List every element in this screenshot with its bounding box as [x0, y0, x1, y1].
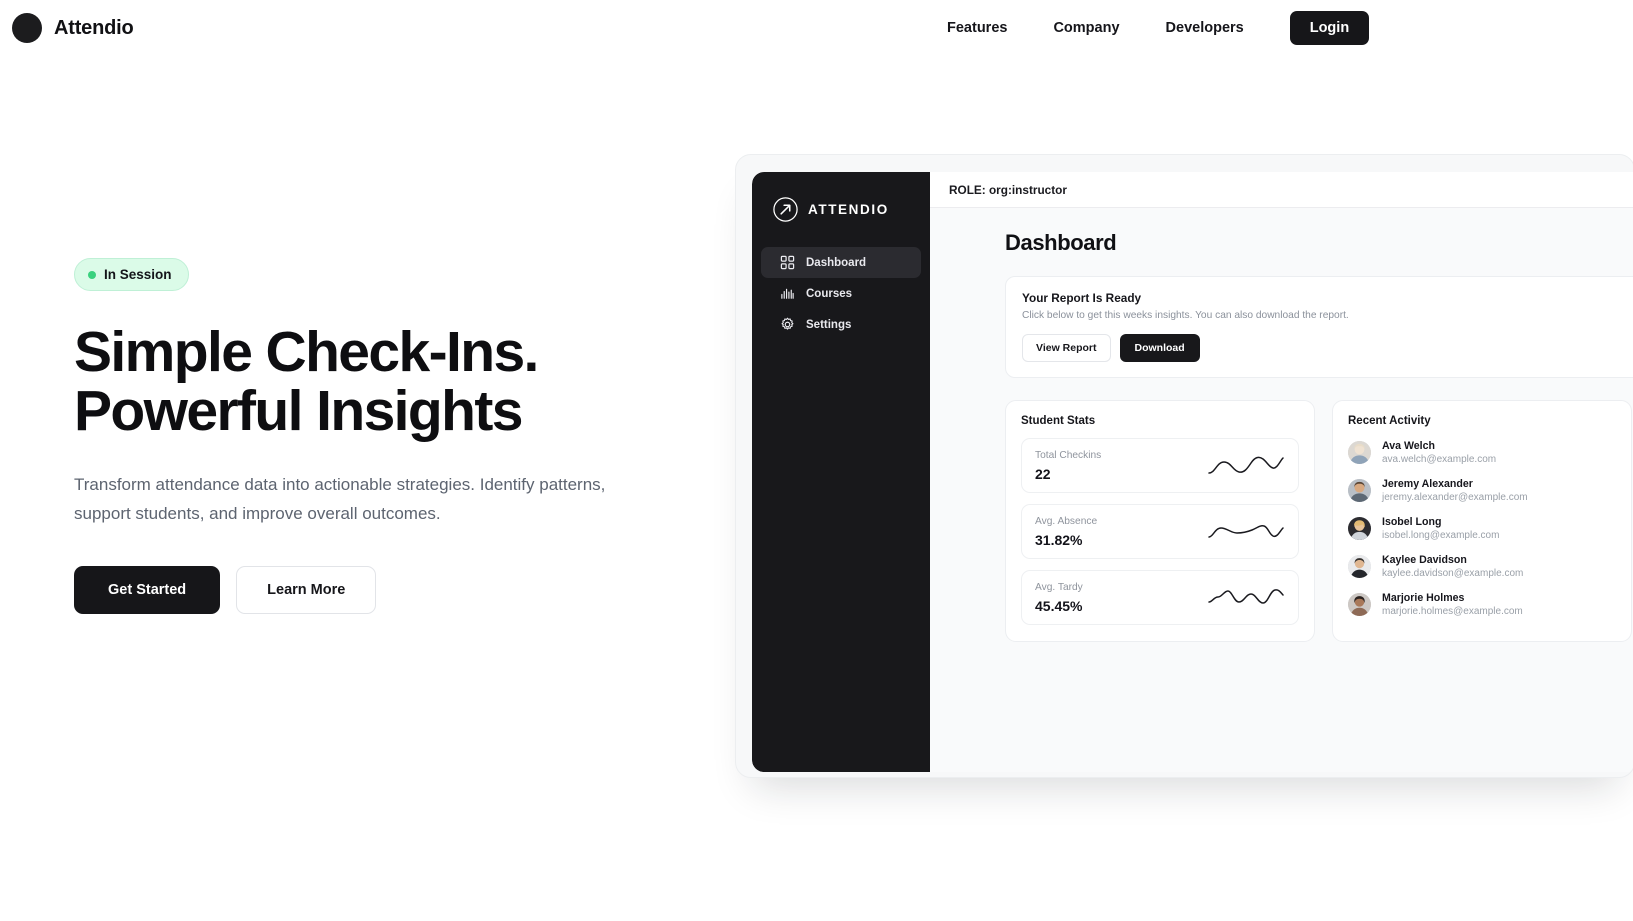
dashboard-sidebar: ATTENDIO Dashboard Courses Settings: [752, 172, 930, 772]
sidebar-item-label-settings: Settings: [806, 318, 852, 331]
list-item[interactable]: Jeremy Alexander jeremy.alexander@exampl…: [1348, 478, 1616, 503]
status-badge: In Session: [74, 258, 189, 291]
stat-label: Avg. Tardy: [1035, 581, 1083, 593]
sidebar-item-settings[interactable]: Settings: [761, 309, 921, 340]
report-card-actions: View Report Download: [1022, 334, 1633, 362]
nav-link-features[interactable]: Features: [947, 20, 1007, 36]
stat-value: 31.82%: [1035, 531, 1083, 548]
nav-link-company[interactable]: Company: [1053, 20, 1119, 36]
activity-email: kaylee.davidson@example.com: [1382, 568, 1524, 579]
nav-link-developers[interactable]: Developers: [1166, 20, 1244, 36]
activity-name: Marjorie Holmes: [1382, 592, 1465, 604]
stat-value: 22: [1035, 465, 1051, 482]
recent-activity-card: Recent Activity Ava Welch ava.welch@exam…: [1332, 400, 1632, 642]
avatar: [1348, 479, 1371, 502]
activity-email: ava.welch@example.com: [1382, 454, 1497, 465]
download-button[interactable]: Download: [1119, 334, 1200, 362]
sparkline-icon: [1208, 588, 1284, 604]
role-label: ROLE: org:instructor: [949, 182, 1067, 197]
grid-icon: [780, 255, 795, 270]
activity-email: marjorie.holmes@example.com: [1382, 606, 1523, 617]
recent-activity-title: Recent Activity: [1348, 415, 1431, 427]
activity-email: jeremy.alexander@example.com: [1382, 492, 1528, 503]
dashboard-content: Dashboard Your Report Is Ready Click bel…: [930, 208, 1633, 642]
dashboard-logo-text: ATTENDIO: [808, 202, 889, 217]
stat-value: 45.45%: [1035, 597, 1083, 614]
activity-name: Jeremy Alexander: [1382, 478, 1473, 490]
stat-label: Avg. Absence: [1035, 515, 1098, 527]
report-card-subtitle: Click below to get this weeks insights. …: [1022, 310, 1349, 321]
hero-cta-row: Get Started Learn More: [74, 566, 694, 614]
hero-subheading: Transform attendance data into actionabl…: [74, 474, 606, 523]
avatar: [1348, 555, 1371, 578]
bar-chart-icon: [781, 288, 794, 299]
learn-more-button[interactable]: Learn More: [236, 566, 377, 614]
sidebar-item-dashboard[interactable]: Dashboard: [761, 247, 921, 278]
status-dot-icon: [88, 270, 96, 279]
stat-row-total-checkins: Total Checkins 22: [1021, 438, 1299, 493]
dashboard-preview-frame: ATTENDIO Dashboard Courses Settings ROLE…: [735, 154, 1633, 778]
list-item[interactable]: Marjorie Holmes marjorie.holmes@example.…: [1348, 592, 1616, 617]
dashboard-cards-row: Student Stats Total Checkins 22 Avg. Abs…: [1005, 400, 1633, 642]
student-stats-card: Student Stats Total Checkins 22 Avg. Abs…: [1005, 400, 1315, 642]
nav-links: Features Company Developers Login: [947, 0, 1370, 56]
dashboard-page-title: Dashboard: [1005, 230, 1117, 255]
dashboard-main: ROLE: org:instructor Dashboard Your Repo…: [930, 172, 1633, 772]
view-report-button[interactable]: View Report: [1022, 334, 1111, 362]
activity-name: Ava Welch: [1382, 440, 1435, 452]
sidebar-item-courses[interactable]: Courses: [761, 278, 921, 309]
avatar: [1348, 517, 1371, 540]
avatar: [1348, 593, 1371, 616]
headline-line-1: Simple Check-Ins.: [74, 320, 539, 384]
list-item[interactable]: Isobel Long isobel.long@example.com: [1348, 516, 1616, 541]
arrow-circle-icon: [773, 197, 798, 222]
activity-name: Isobel Long: [1382, 516, 1442, 528]
hero-section: In Session Simple Check-Ins. Powerful In…: [74, 258, 694, 614]
avatar: [1348, 441, 1371, 464]
stat-row-avg-absence: Avg. Absence 31.82%: [1021, 504, 1299, 559]
report-card: Your Report Is Ready Click below to get …: [1005, 276, 1633, 378]
student-stats-title: Student Stats: [1021, 415, 1096, 427]
login-button[interactable]: Login: [1289, 11, 1370, 45]
report-card-title: Your Report Is Ready: [1022, 291, 1142, 305]
sidebar-item-label-dashboard: Dashboard: [806, 256, 867, 269]
page-title: Simple Check-Ins. Powerful Insights: [74, 320, 694, 444]
activity-email: isobel.long@example.com: [1382, 530, 1500, 541]
dashboard-preview: ATTENDIO Dashboard Courses Settings ROLE…: [752, 172, 1633, 772]
dashboard-topbar: ROLE: org:instructor: [930, 172, 1633, 208]
stat-row-avg-tardy: Avg. Tardy 45.45%: [1021, 570, 1299, 625]
sidebar-item-label-courses: Courses: [806, 287, 853, 300]
list-item[interactable]: Kaylee Davidson kaylee.davidson@example.…: [1348, 554, 1616, 579]
headline-line-2: Powerful Insights: [74, 379, 523, 444]
brand-name: Attendio: [54, 16, 134, 39]
list-item[interactable]: Ava Welch ava.welch@example.com: [1348, 440, 1616, 465]
stat-label: Total Checkins: [1035, 449, 1102, 461]
get-started-button[interactable]: Get Started: [74, 566, 221, 614]
gear-icon: [781, 317, 794, 330]
top-navigation-bar: Attendio Features Company Developers Log…: [0, 0, 1633, 56]
brand-logo[interactable]: Attendio: [12, 13, 134, 43]
sparkline-icon: [1208, 456, 1284, 474]
brand-circle-icon: [12, 13, 42, 43]
dashboard-nav: Dashboard Courses Settings: [752, 247, 930, 340]
sparkline-icon: [1208, 524, 1284, 538]
status-badge-label: In Session: [104, 267, 172, 282]
dashboard-logo: ATTENDIO: [752, 190, 930, 223]
activity-name: Kaylee Davidson: [1382, 554, 1467, 566]
